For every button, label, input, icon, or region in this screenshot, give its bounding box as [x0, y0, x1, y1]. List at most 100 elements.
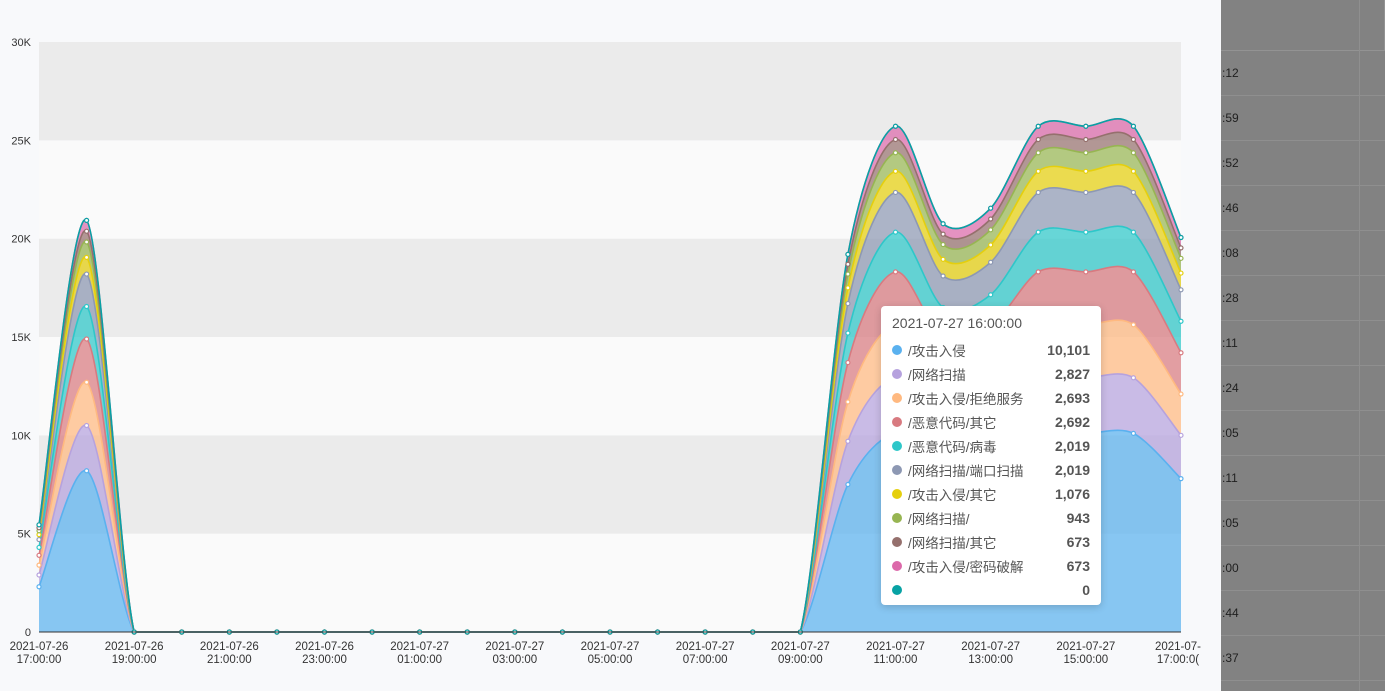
x-tick-date: 2021-07-26 — [105, 641, 164, 653]
table-row: :59 — [1221, 96, 1385, 141]
data-point — [988, 227, 994, 233]
chart-tooltip: 2021-07-27 16:00:00 /攻击入侵 10,101/网络扫描 2,82… — [881, 306, 1101, 605]
tooltip-row: /网络扫描 2,827 — [892, 362, 1090, 386]
data-point — [988, 242, 994, 248]
x-tick-time: 13:00:00 — [968, 654, 1013, 666]
y-tick-label: 30K — [11, 37, 31, 49]
tooltip-series-name: /攻击入侵 — [908, 344, 966, 359]
y-tick-label: 10K — [11, 430, 31, 442]
data-point — [845, 359, 851, 366]
data-point — [36, 544, 42, 551]
x-tick-date: 2021-07-27 — [390, 641, 449, 653]
data-point — [892, 123, 899, 129]
data-point — [845, 330, 851, 336]
series-color-dot — [892, 345, 902, 355]
table-cell-time: :28 — [1222, 291, 1239, 305]
data-point — [83, 422, 90, 429]
tooltip-series-name: /恶意代码/病毒 — [908, 440, 997, 455]
grid-band — [39, 42, 1181, 141]
data-point — [845, 261, 851, 267]
data-point — [892, 269, 899, 275]
y-tick-label: 0 — [25, 627, 31, 639]
tooltip-series-name: /网络扫描/端口扫描 — [908, 464, 1024, 479]
data-point — [83, 217, 90, 223]
data-point — [845, 438, 851, 444]
table-row: :37 — [1221, 636, 1385, 681]
table-cell-time: :37 — [1222, 651, 1239, 665]
data-point — [1130, 189, 1137, 196]
data-point — [36, 584, 42, 590]
data-point — [83, 379, 90, 385]
data-point — [988, 259, 994, 265]
x-tick-date: 2021-07-27 — [485, 641, 544, 653]
x-tick-date: 2021-07- — [1155, 641, 1201, 653]
data-point — [83, 239, 90, 245]
data-point — [892, 136, 899, 143]
table-cell-time: :12 — [1222, 66, 1239, 80]
data-point — [892, 189, 899, 196]
data-point — [892, 168, 899, 174]
table-cell-time: :11 — [1222, 336, 1238, 350]
data-point — [1130, 375, 1137, 381]
data-point — [1178, 318, 1184, 324]
table-row: :44 — [1221, 591, 1385, 636]
data-point — [988, 216, 994, 222]
data-point — [83, 303, 90, 310]
tooltip-series-name: /攻击入侵/其它 — [908, 488, 997, 503]
x-tick-date: 2021-07-27 — [676, 641, 735, 653]
tooltip-row: /网络扫描/943 — [892, 506, 1090, 530]
table-header — [1221, 0, 1385, 51]
tooltip-row: /攻击入侵/拒绝服务 2,693 — [892, 386, 1090, 410]
tooltip-row: /攻击入侵/其它 1,076 — [892, 482, 1090, 506]
table-row: :28 — [1221, 276, 1385, 321]
tooltip-series-value: 0 — [1082, 582, 1090, 598]
column-divider — [1359, 0, 1360, 691]
data-point — [1083, 229, 1089, 235]
data-point — [1130, 150, 1137, 156]
table-cell-time: :59 — [1222, 111, 1239, 125]
data-point — [1178, 476, 1184, 482]
tooltip-series-name: /网络扫描 — [908, 368, 966, 383]
table-row: :52 — [1221, 141, 1385, 186]
x-tick-date: 2021-07-27 — [961, 641, 1020, 653]
data-point — [1083, 136, 1089, 143]
y-tick-label: 20K — [11, 234, 31, 246]
data-point — [1130, 322, 1137, 328]
data-point — [940, 241, 946, 248]
table-cell-time: :46 — [1222, 201, 1239, 215]
data-point — [1130, 269, 1137, 275]
data-point — [1035, 229, 1041, 235]
data-point — [988, 205, 994, 211]
data-point — [845, 251, 851, 257]
x-tick-time: 05:00:00 — [588, 654, 633, 666]
x-tick-date: 2021-07-27 — [866, 641, 925, 653]
tooltip-series-value: 2,692 — [1054, 414, 1090, 430]
tooltip-row: 0 — [892, 578, 1090, 602]
data-point — [1130, 430, 1137, 436]
tooltip-series-value: 943 — [1066, 510, 1090, 526]
table-row: :24 — [1221, 366, 1385, 411]
tooltip-row: /攻击入侵 10,101 — [892, 338, 1090, 362]
tooltip-series-value: 2,693 — [1054, 390, 1090, 406]
data-point — [83, 271, 90, 277]
series-color-dot — [892, 537, 902, 547]
series-color-dot — [892, 393, 902, 403]
table-cell-time: :44 — [1222, 606, 1239, 620]
data-point — [1130, 168, 1137, 174]
series-color-dot — [892, 369, 902, 379]
table-row: :05 — [1221, 411, 1385, 456]
x-tick-time: 17:00:00 — [17, 654, 62, 666]
x-tick-time: 17:00:0( — [1157, 654, 1199, 666]
data-point — [1178, 270, 1184, 276]
x-tick-date: 2021-07-27 — [581, 641, 640, 653]
data-point — [1130, 229, 1137, 235]
x-tick-date: 2021-07-27 — [771, 641, 830, 653]
x-tick-date: 2021-07-27 — [1056, 641, 1115, 653]
data-point — [83, 228, 90, 234]
x-tick-date: 2021-07-26 — [200, 641, 259, 653]
x-tick-time: 09:00:00 — [778, 654, 823, 666]
series-color-dot — [892, 561, 902, 571]
tooltip-series-value: 10,101 — [1047, 342, 1090, 358]
x-tick-time: 03:00:00 — [492, 654, 537, 666]
data-point — [83, 468, 90, 474]
